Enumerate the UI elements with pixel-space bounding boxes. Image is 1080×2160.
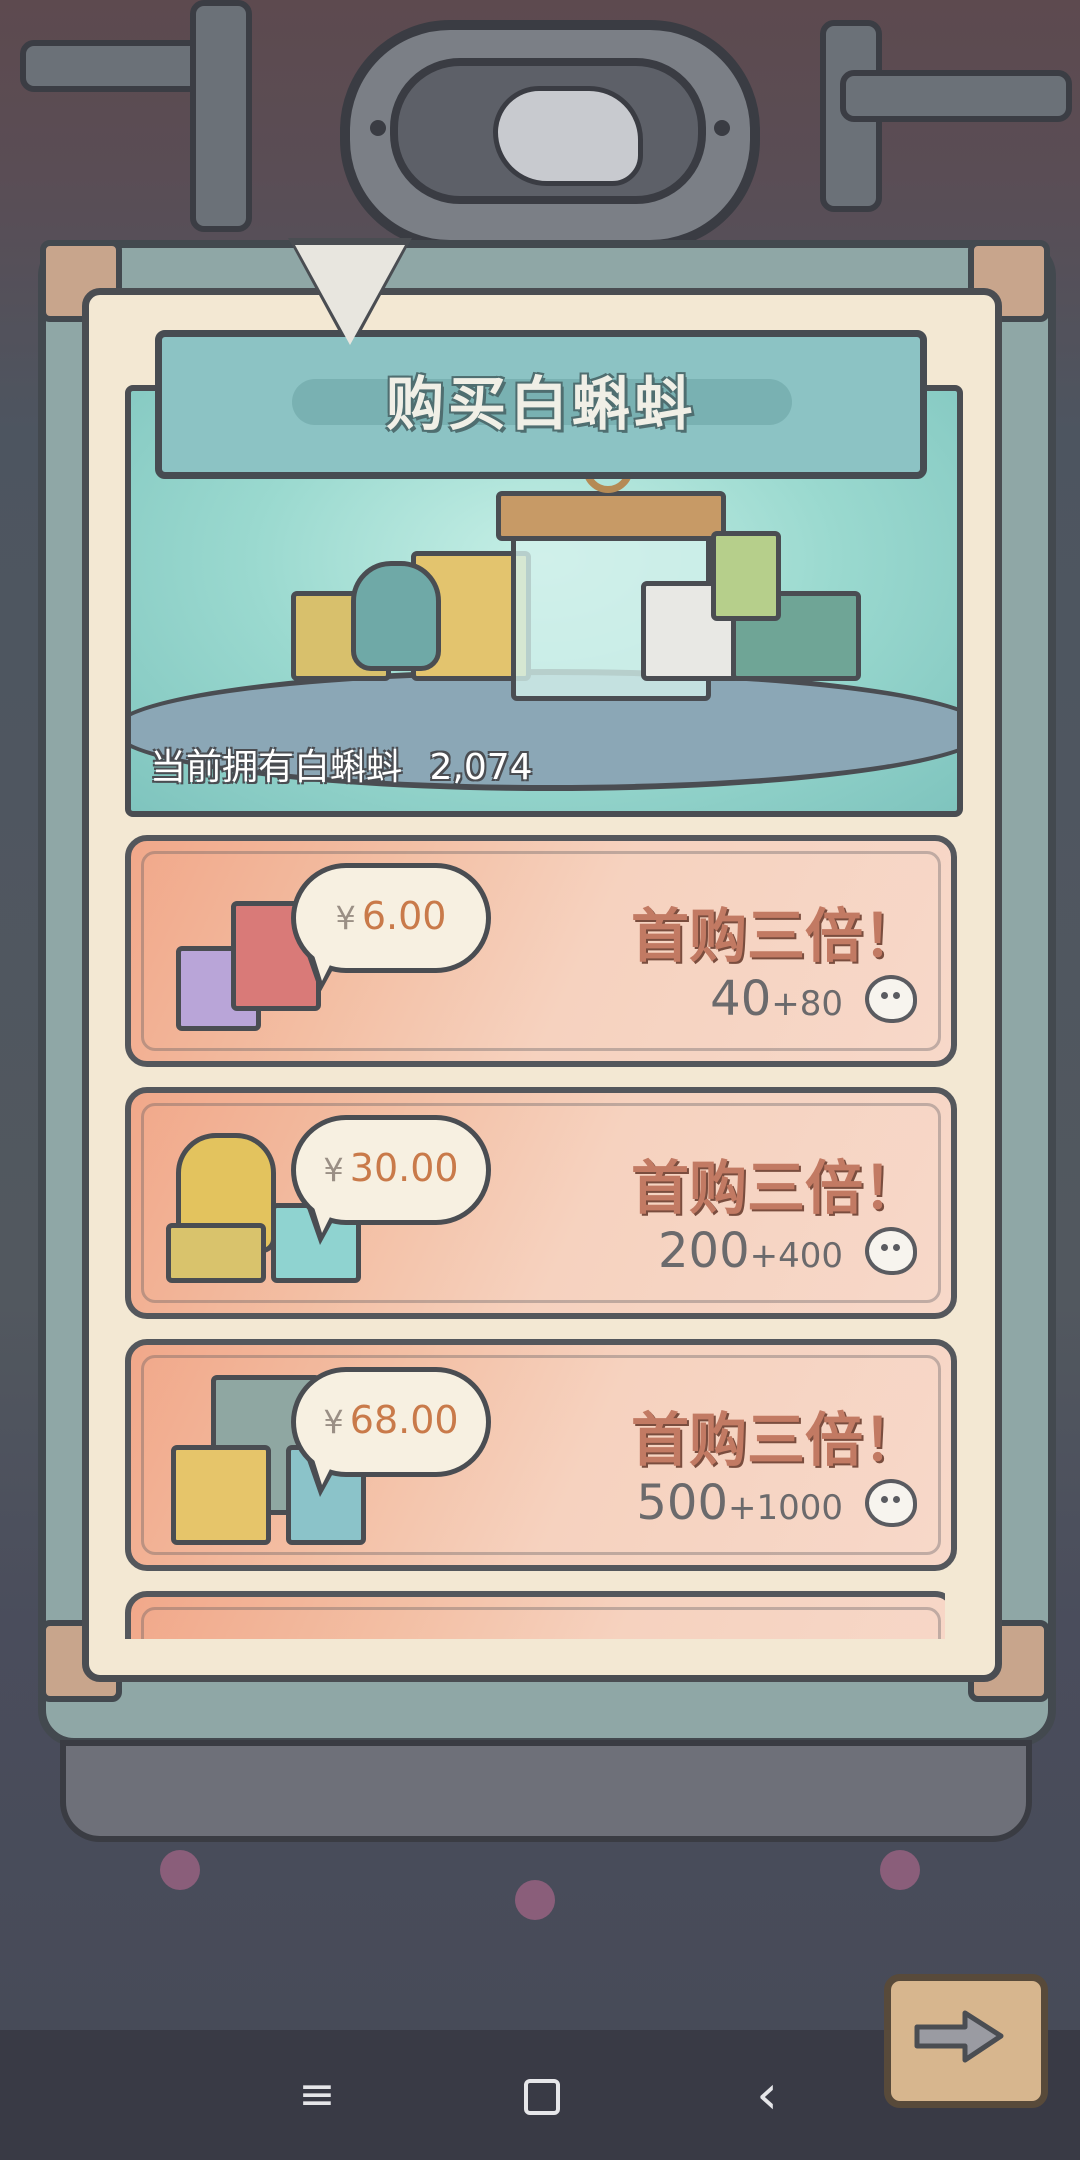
tadpole-icon: [865, 1479, 917, 1527]
arrow-right-icon: [914, 2010, 1004, 2063]
next-button[interactable]: [884, 1974, 1048, 2108]
gift-box-icon: [711, 531, 781, 621]
tadpole-amount: 40+80: [710, 971, 843, 1027]
tadpole-amount: 200+400: [658, 1223, 843, 1279]
price-label: ¥30.00: [296, 1146, 486, 1190]
pipe: [840, 70, 1072, 122]
offer-card-2[interactable]: ¥30.00 首购三倍！ 200+400: [125, 1087, 957, 1319]
base-amount: 500: [636, 1475, 728, 1531]
tadpole-amount: 500+1000: [636, 1475, 843, 1531]
promo-text: 首购三倍！: [630, 1154, 921, 1222]
sack-icon: [176, 1133, 276, 1253]
base-amount: 200: [657, 1223, 750, 1279]
offer-card-3[interactable]: ¥68.00 首购三倍！ 500+1000: [125, 1339, 957, 1571]
bubble-tail: [312, 1201, 338, 1233]
offer-card-4-clip: [125, 1591, 945, 1639]
tadpole-icon: [865, 1227, 917, 1275]
price-value: 6.00: [361, 894, 447, 938]
pipe: [190, 0, 252, 232]
bubble-tail: [312, 1453, 338, 1485]
crate-lid-icon: [496, 491, 726, 541]
price-label: ¥6.00: [296, 894, 486, 938]
back-icon[interactable]: ‹: [737, 2065, 797, 2125]
indicator-light: [515, 1880, 555, 1920]
bag-icon: [171, 1445, 271, 1545]
title-banner: 购买白蝌蚪: [155, 330, 927, 479]
balance-label: 当前拥有白蝌蚪 2,074: [150, 738, 533, 790]
bonus-amount: +1000: [727, 1488, 843, 1528]
offer-card-1[interactable]: ¥6.00 首购三倍！ 40+80: [125, 835, 957, 1067]
tadpole-tank: [340, 20, 760, 250]
currency-symbol: ¥: [323, 1403, 344, 1441]
gift-box-icon: [166, 1223, 266, 1283]
price-value: 30.00: [349, 1146, 459, 1190]
price-value: 68.00: [349, 1398, 459, 1442]
balance-value: 2,074: [429, 747, 533, 788]
bonus-amount: +80: [771, 984, 843, 1024]
promo-text: 首购三倍！: [630, 902, 921, 970]
page-title: 购买白蝌蚪: [385, 370, 696, 438]
tadpole-icon: [865, 975, 917, 1023]
indicator-light: [160, 1850, 200, 1890]
tank-window: [390, 58, 706, 204]
offer-card-4[interactable]: [125, 1591, 945, 1639]
rivet: [714, 120, 730, 136]
hook-icon: [295, 245, 405, 345]
indicator-light: [880, 1850, 920, 1890]
price-label: ¥68.00: [296, 1398, 486, 1442]
machine-base: [60, 1740, 1032, 1842]
sack-icon: [351, 561, 441, 671]
home-icon[interactable]: [510, 2065, 570, 2125]
crate-icon: [176, 946, 261, 1031]
rivet: [370, 120, 386, 136]
bonus-amount: +400: [749, 1236, 843, 1276]
balance-text: 当前拥有白蝌蚪: [150, 747, 403, 788]
currency-symbol: ¥: [335, 899, 356, 937]
currency-symbol: ¥: [323, 1151, 344, 1189]
bubble-tail: [312, 949, 338, 981]
tadpole-silhouette: [493, 86, 643, 186]
base-amount: 40: [710, 971, 772, 1027]
menu-icon[interactable]: ≡: [287, 2065, 347, 2125]
promo-text: 首购三倍！: [630, 1406, 921, 1474]
